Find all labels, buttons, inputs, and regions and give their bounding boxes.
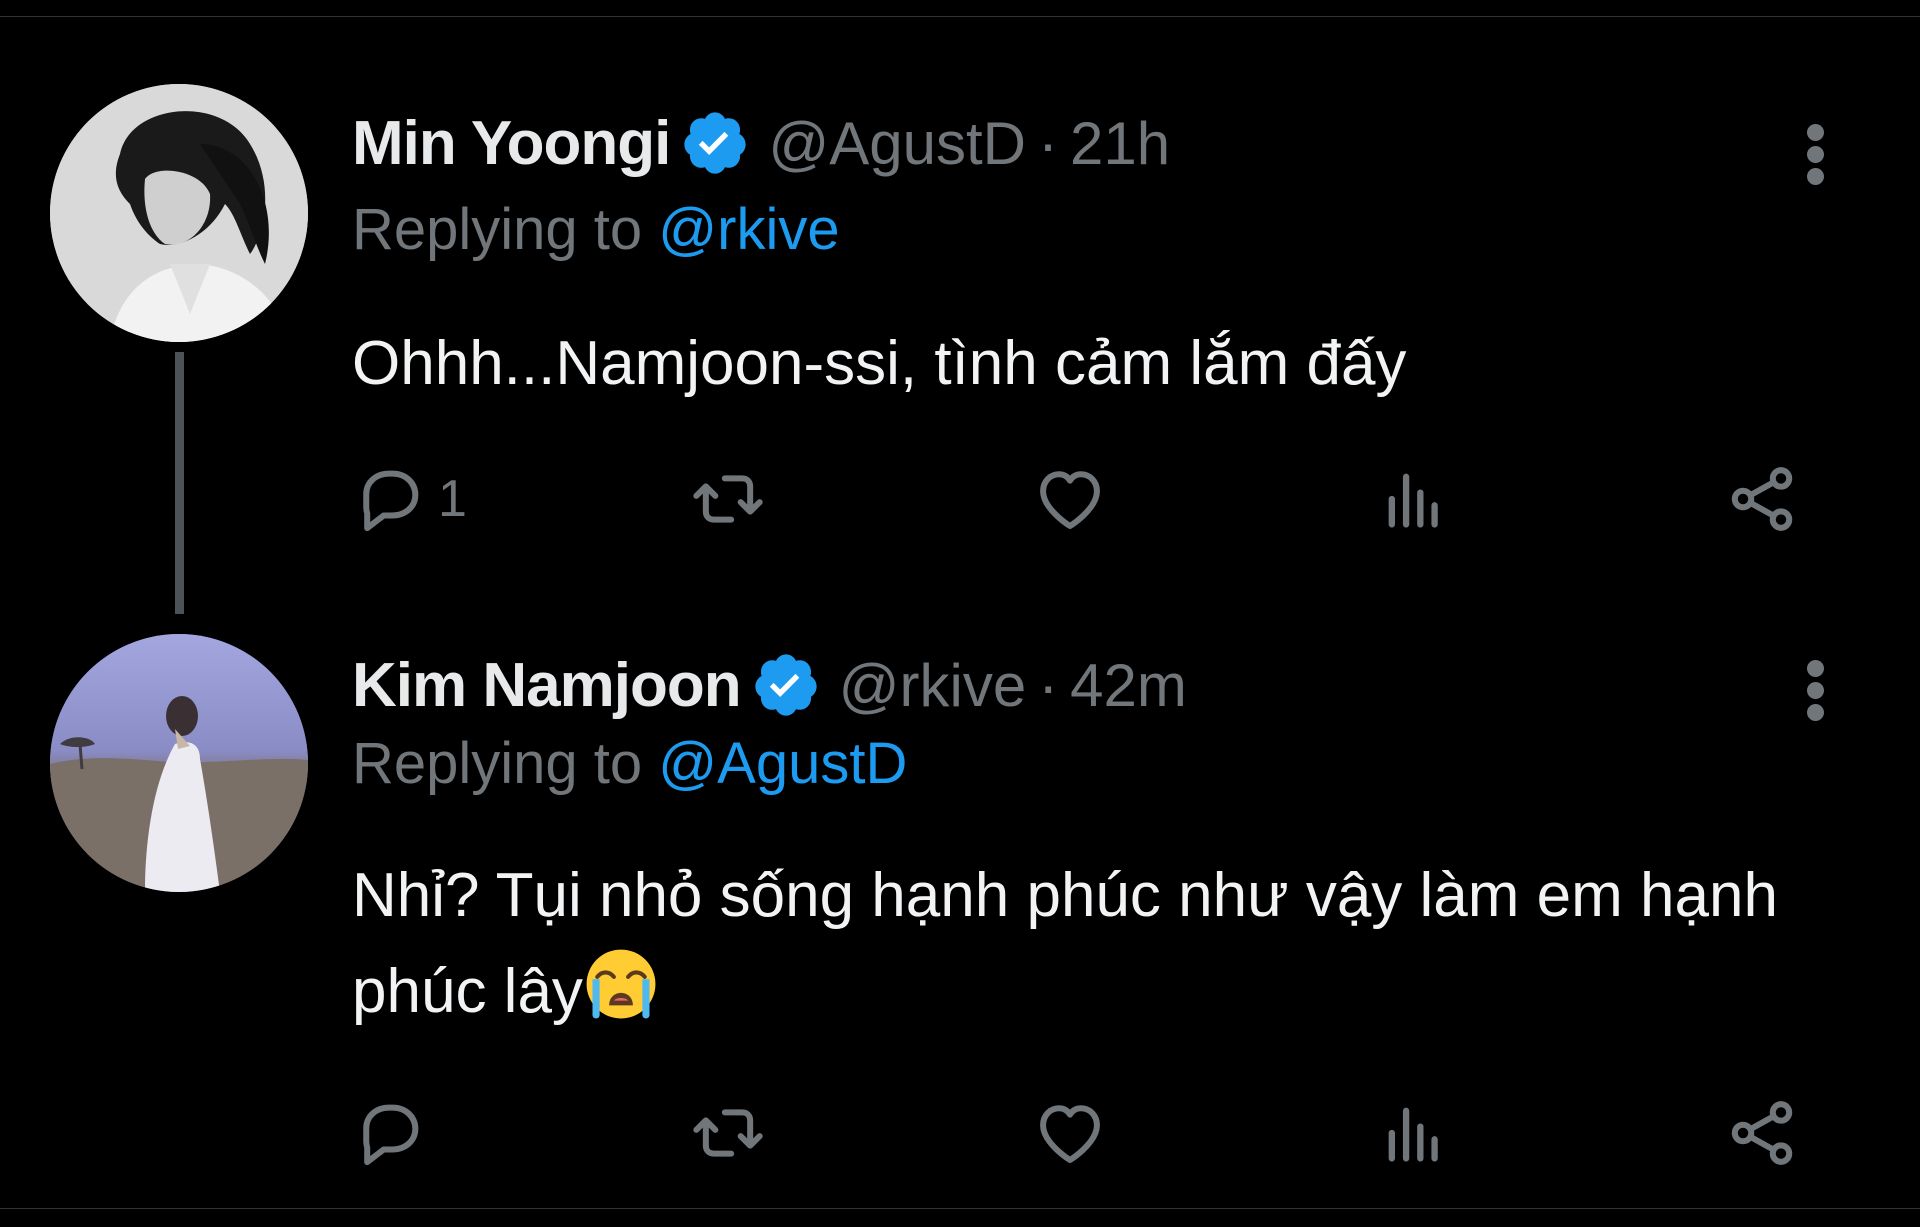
like-button[interactable] xyxy=(1032,454,1108,544)
reply-icon xyxy=(363,1104,419,1166)
views-button[interactable] xyxy=(1376,454,1452,544)
views-button[interactable] xyxy=(1376,1088,1452,1178)
crying-face-emoji-icon xyxy=(586,949,656,1019)
display-name[interactable]: Kim Namjoon xyxy=(352,650,742,721)
tweet-text-container: Nhỉ? Tụi nhỏ sống hạnh phúc như vậy làm … xyxy=(352,848,1792,1040)
thread-connector-line xyxy=(175,352,184,614)
avatar-photo xyxy=(50,84,308,342)
replying-prefix: Replying to xyxy=(352,197,643,262)
bottom-divider xyxy=(0,1208,1920,1209)
tweet-text: Ohhh...Namjoon-ssi, tình cảm lắm đấy xyxy=(352,329,1407,398)
tweet-text: Nhỉ? Tụi nhỏ sống hạnh phúc như vậy làm … xyxy=(352,861,1778,1026)
action-bar: 1 xyxy=(352,454,1812,544)
reply-mention-link[interactable]: @rkive xyxy=(658,197,839,262)
avatar-photo xyxy=(50,634,308,892)
avatar[interactable] xyxy=(50,84,308,342)
reply-button[interactable]: 1 xyxy=(352,454,467,544)
replying-to: Replying to @rkive xyxy=(352,196,840,263)
separator-dot: · xyxy=(1038,651,1059,719)
display-name[interactable]: Min Yoongi xyxy=(352,108,671,179)
reply-icon xyxy=(363,470,419,532)
like-button[interactable] xyxy=(1032,1088,1108,1178)
timestamp[interactable]: 42m xyxy=(1070,651,1187,720)
more-icon[interactable] xyxy=(1790,640,1840,740)
replying-prefix: Replying to xyxy=(352,731,643,796)
separator-dot: · xyxy=(1038,109,1058,177)
avatar[interactable] xyxy=(50,634,308,892)
top-divider xyxy=(0,0,1920,17)
tweet-header: Kim Namjoon @rkive · 42m xyxy=(352,650,1187,720)
tweet-header: Min Yoongi @AgustD · 21h xyxy=(352,108,1170,178)
timestamp[interactable]: 21h xyxy=(1070,109,1170,178)
share-icon xyxy=(1731,1101,1793,1165)
handle[interactable]: @rkive xyxy=(839,651,1027,720)
views-icon xyxy=(1388,1107,1438,1162)
share-button[interactable] xyxy=(1724,1088,1800,1178)
retweet-icon xyxy=(693,475,763,523)
retweet-icon xyxy=(693,1109,763,1157)
like-icon xyxy=(1040,471,1100,529)
share-button[interactable] xyxy=(1724,454,1800,544)
retweet-button[interactable] xyxy=(690,454,766,544)
handle[interactable]: @AgustD xyxy=(768,109,1026,178)
verified-icon xyxy=(684,112,746,174)
verified-icon xyxy=(754,654,817,716)
action-bar xyxy=(352,1088,1812,1178)
views-icon xyxy=(1388,473,1438,528)
like-icon xyxy=(1040,1105,1100,1163)
reply-button[interactable] xyxy=(352,1088,438,1178)
reply-mention-link[interactable]: @AgustD xyxy=(658,731,907,796)
reply-count: 1 xyxy=(438,470,467,528)
more-icon[interactable] xyxy=(1790,104,1840,204)
retweet-button[interactable] xyxy=(690,1088,766,1178)
replying-to: Replying to @AgustD xyxy=(352,730,907,797)
share-icon xyxy=(1731,467,1793,531)
